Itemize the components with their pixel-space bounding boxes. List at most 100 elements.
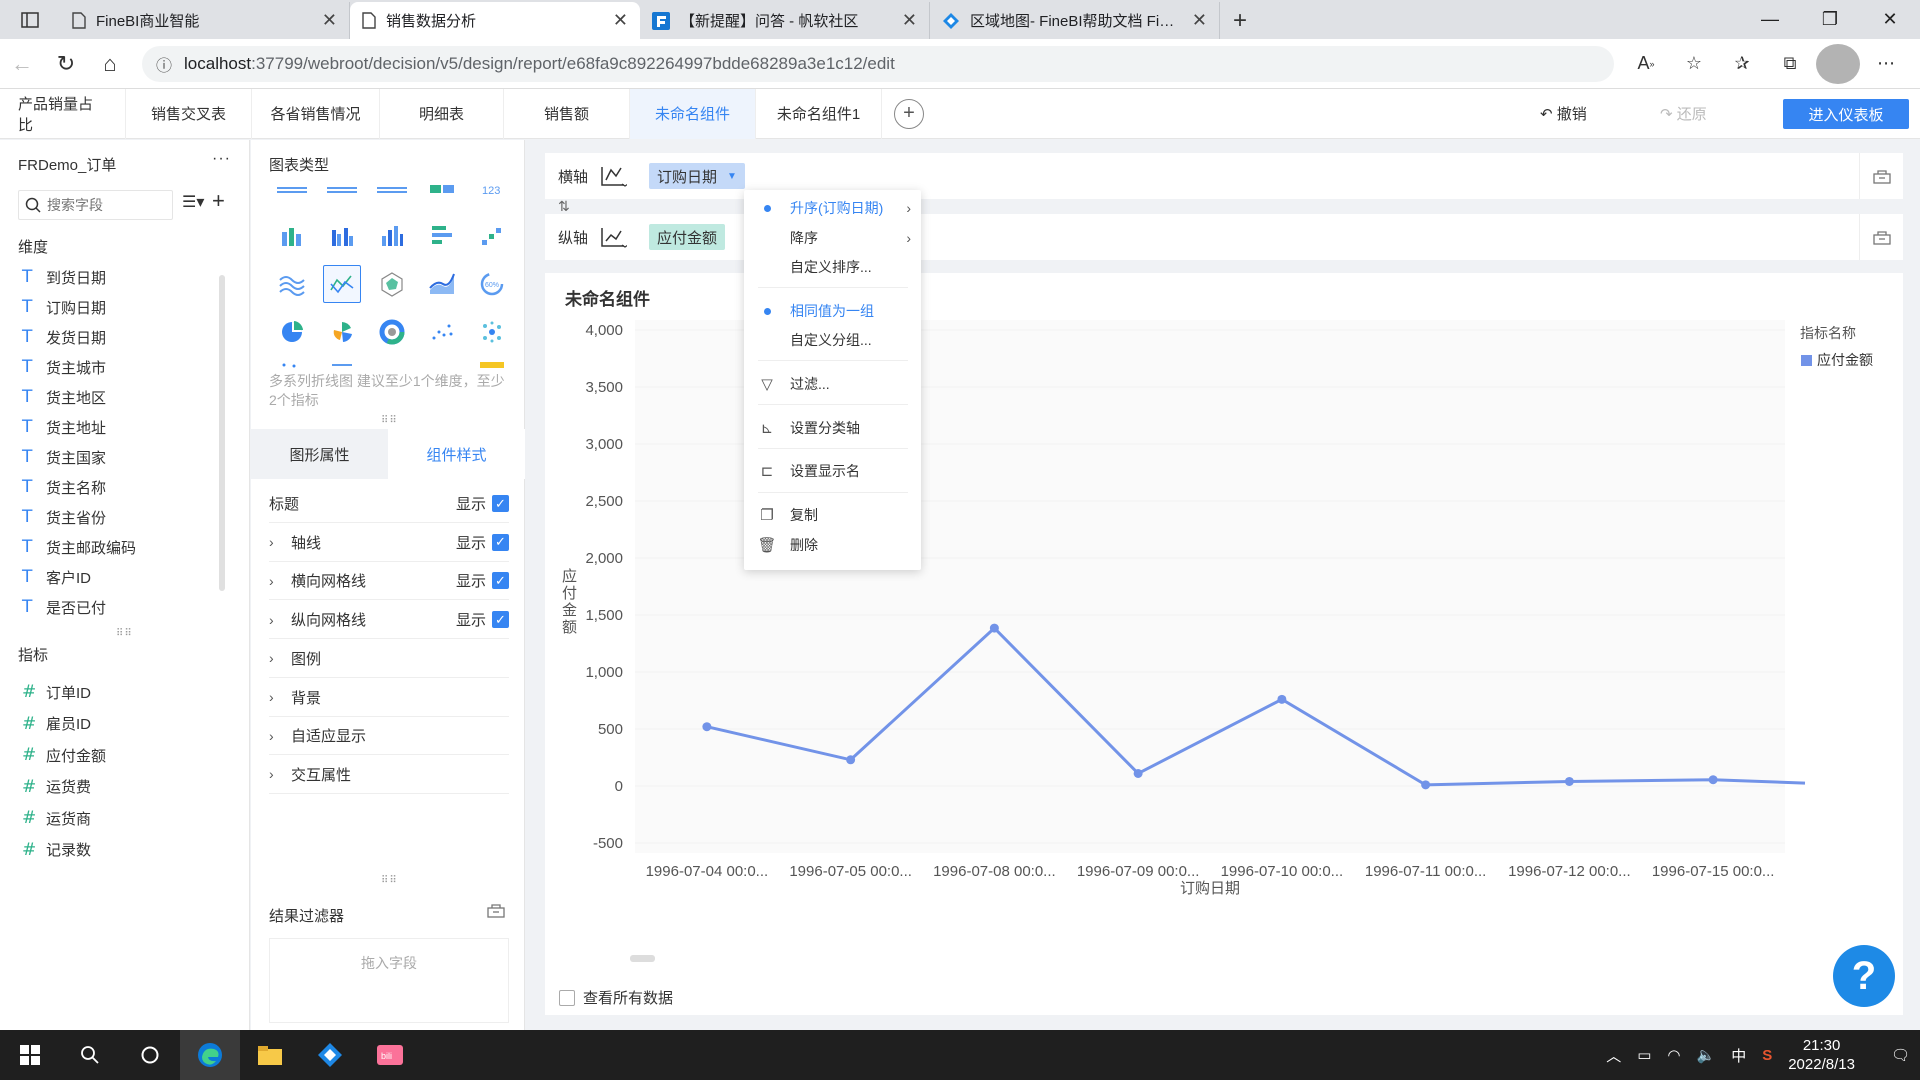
chevron-right-icon[interactable]: › [269, 534, 291, 550]
style-property-row[interactable]: › 图例 [269, 640, 509, 678]
undo-button[interactable]: ↶ 撤销 [1540, 103, 1587, 124]
close-icon[interactable]: ✕ [1192, 10, 1207, 31]
chart-type-multi-line-icon[interactable] [323, 265, 361, 303]
chart-type-more-icon[interactable] [273, 361, 311, 369]
dimension-field[interactable]: T 货主省份 [22, 505, 106, 529]
dimension-field[interactable]: T 订购日期 [22, 295, 106, 319]
chart-type-kpi-icon[interactable] [423, 180, 461, 198]
filter-drop-zone[interactable]: 拖入字段 [269, 938, 509, 1023]
browser-tab-0[interactable]: FineBI商业智能 ✕ [60, 2, 350, 39]
tab-component-style[interactable]: 组件样式 [388, 429, 525, 479]
browser-tab-2[interactable]: 【新提醒】问答 - 帆软社区 ✕ [640, 2, 930, 39]
style-property-row[interactable]: › 背景 [269, 679, 509, 717]
wifi-icon[interactable]: ◠ [1667, 1046, 1680, 1064]
menu-item[interactable]: ▽ 过滤... [744, 370, 921, 398]
metric-field[interactable]: # 记录数 [22, 838, 91, 862]
style-property-row[interactable]: › 横向网格线 显示 ✓ [269, 562, 509, 601]
chart-type-donut-icon[interactable] [373, 313, 411, 351]
menu-item[interactable]: 升序(订购日期) › [744, 194, 921, 222]
chart-type-bar-icon[interactable] [373, 217, 411, 255]
chart-type-more-icon[interactable] [473, 361, 511, 369]
back-icon[interactable]: ← [0, 42, 44, 86]
chart-type-more-icon[interactable] [323, 361, 361, 369]
chevron-right-icon[interactable]: › [269, 728, 291, 744]
chart-type-grouped-table-icon[interactable] [323, 180, 361, 198]
tab-province-sales[interactable]: 各省销售情况 [252, 88, 380, 139]
chart-type-grouped-bar-icon[interactable] [323, 217, 361, 255]
maximize-icon[interactable]: ❐ [1800, 0, 1860, 39]
search-icon[interactable] [60, 1030, 120, 1080]
axis-settings-icon[interactable] [1859, 153, 1903, 199]
menu-item[interactable]: 降序 › [744, 224, 921, 252]
chevron-right-icon[interactable]: › [269, 612, 291, 628]
checkbox[interactable] [559, 989, 575, 1006]
checkbox[interactable]: ✓ [492, 611, 509, 629]
home-icon[interactable]: ⌂ [88, 42, 132, 86]
add-favorite-icon[interactable]: ☆ [1672, 44, 1716, 84]
axis-type-icon[interactable] [599, 164, 649, 188]
chart-type-rose-icon[interactable] [323, 313, 361, 351]
view-all-data-toggle[interactable]: 查看所有数据 [559, 987, 673, 1008]
dimension-field[interactable]: T 货主地址 [22, 415, 106, 439]
chart-type-gauge-icon[interactable]: 60% [473, 265, 511, 303]
tab-unnamed-component-1[interactable]: 未命名组件1 [756, 88, 882, 139]
scrollbar[interactable] [219, 275, 225, 591]
edge-icon[interactable] [180, 1030, 240, 1080]
menu-item[interactable]: ⊾ 设置分类轴 [744, 414, 921, 442]
volume-icon[interactable]: 🔈 [1697, 1046, 1716, 1064]
style-property-row[interactable]: 标题 显示 ✓ [269, 485, 509, 523]
sort-fields-icon[interactable]: ☰▾ [182, 192, 204, 212]
metric-field[interactable]: # 订单ID [22, 680, 91, 704]
notification-icon[interactable]: 🗨 [1891, 1046, 1910, 1064]
more-icon[interactable]: ⋯ [1864, 44, 1908, 84]
style-property-row[interactable]: › 轴线 显示 ✓ [269, 524, 509, 562]
style-property-row[interactable]: › 纵向网格线 显示 ✓ [269, 601, 509, 640]
tab-detail-table[interactable]: 明细表 [380, 88, 504, 139]
chart-type-stacked-bar-icon[interactable] [273, 217, 311, 255]
help-button[interactable]: ? [1833, 945, 1895, 1007]
menu-item[interactable]: ❐ 复制 [744, 501, 921, 529]
resize-handle[interactable]: ⠿⠿ [381, 875, 398, 886]
axis-settings-icon[interactable] [1859, 214, 1903, 260]
add-field-icon[interactable]: + [212, 188, 225, 214]
dimension-field[interactable]: T 发货日期 [22, 325, 106, 349]
clock[interactable]: 21:30 2022/8/13 [1788, 1036, 1855, 1074]
chart-type-stacked-area-icon[interactable] [423, 265, 461, 303]
new-tab-button[interactable]: + [1220, 2, 1260, 39]
y-field-pill[interactable]: 应付金额 [649, 224, 726, 250]
chart-type-table-icon[interactable] [273, 180, 311, 198]
url-field[interactable]: ⓘ localhost:37799/webroot/decision/v5/de… [142, 45, 1614, 82]
metric-field[interactable]: # 运货费 [22, 775, 91, 799]
sogou-ime-icon[interactable]: S [1762, 1047, 1772, 1064]
dimension-field[interactable]: T 货主地区 [22, 385, 106, 409]
chart-type-waterfall-icon[interactable] [473, 217, 511, 255]
dimension-field[interactable]: T 是否已付 [22, 595, 106, 619]
checkbox[interactable]: ✓ [492, 495, 509, 512]
swap-axes-icon[interactable]: ⇅ [558, 198, 570, 215]
close-icon[interactable]: ✕ [322, 10, 337, 31]
dimension-field[interactable]: T 货主邮政编码 [22, 535, 136, 559]
profile-avatar[interactable] [1816, 43, 1860, 84]
chart-type-radar-icon[interactable] [373, 265, 411, 303]
bilibili-icon[interactable]: bili [360, 1030, 420, 1080]
browser-tab-1[interactable]: 销售数据分析 ✕ [350, 2, 640, 39]
minimize-icon[interactable]: — [1740, 0, 1800, 39]
chart-type-number-icon[interactable]: 123 [473, 180, 511, 198]
style-property-row[interactable]: › 交互属性 [269, 756, 509, 794]
menu-item[interactable]: ⊏ 设置显示名 [744, 457, 921, 485]
ime-indicator[interactable]: 中 [1731, 1045, 1746, 1066]
metric-field[interactable]: # 雇员ID [22, 712, 91, 736]
chart-type-horizontal-bar-icon[interactable] [423, 217, 461, 255]
checkbox[interactable]: ✓ [492, 572, 509, 590]
tab-actions-icon[interactable] [0, 0, 60, 39]
file-explorer-icon[interactable] [240, 1030, 300, 1080]
dimension-field[interactable]: T 货主城市 [22, 355, 106, 379]
field-search[interactable] [18, 190, 173, 220]
tab-unnamed-component[interactable]: 未命名组件 [630, 88, 756, 139]
battery-icon[interactable]: ▭ [1637, 1046, 1651, 1064]
favorites-icon[interactable]: ✰ [1720, 44, 1764, 84]
enter-dashboard-button[interactable]: 进入仪表板 [1783, 99, 1909, 129]
chevron-right-icon[interactable]: › [269, 650, 291, 666]
close-icon[interactable]: ✕ [613, 10, 628, 31]
start-icon[interactable] [0, 1030, 60, 1080]
